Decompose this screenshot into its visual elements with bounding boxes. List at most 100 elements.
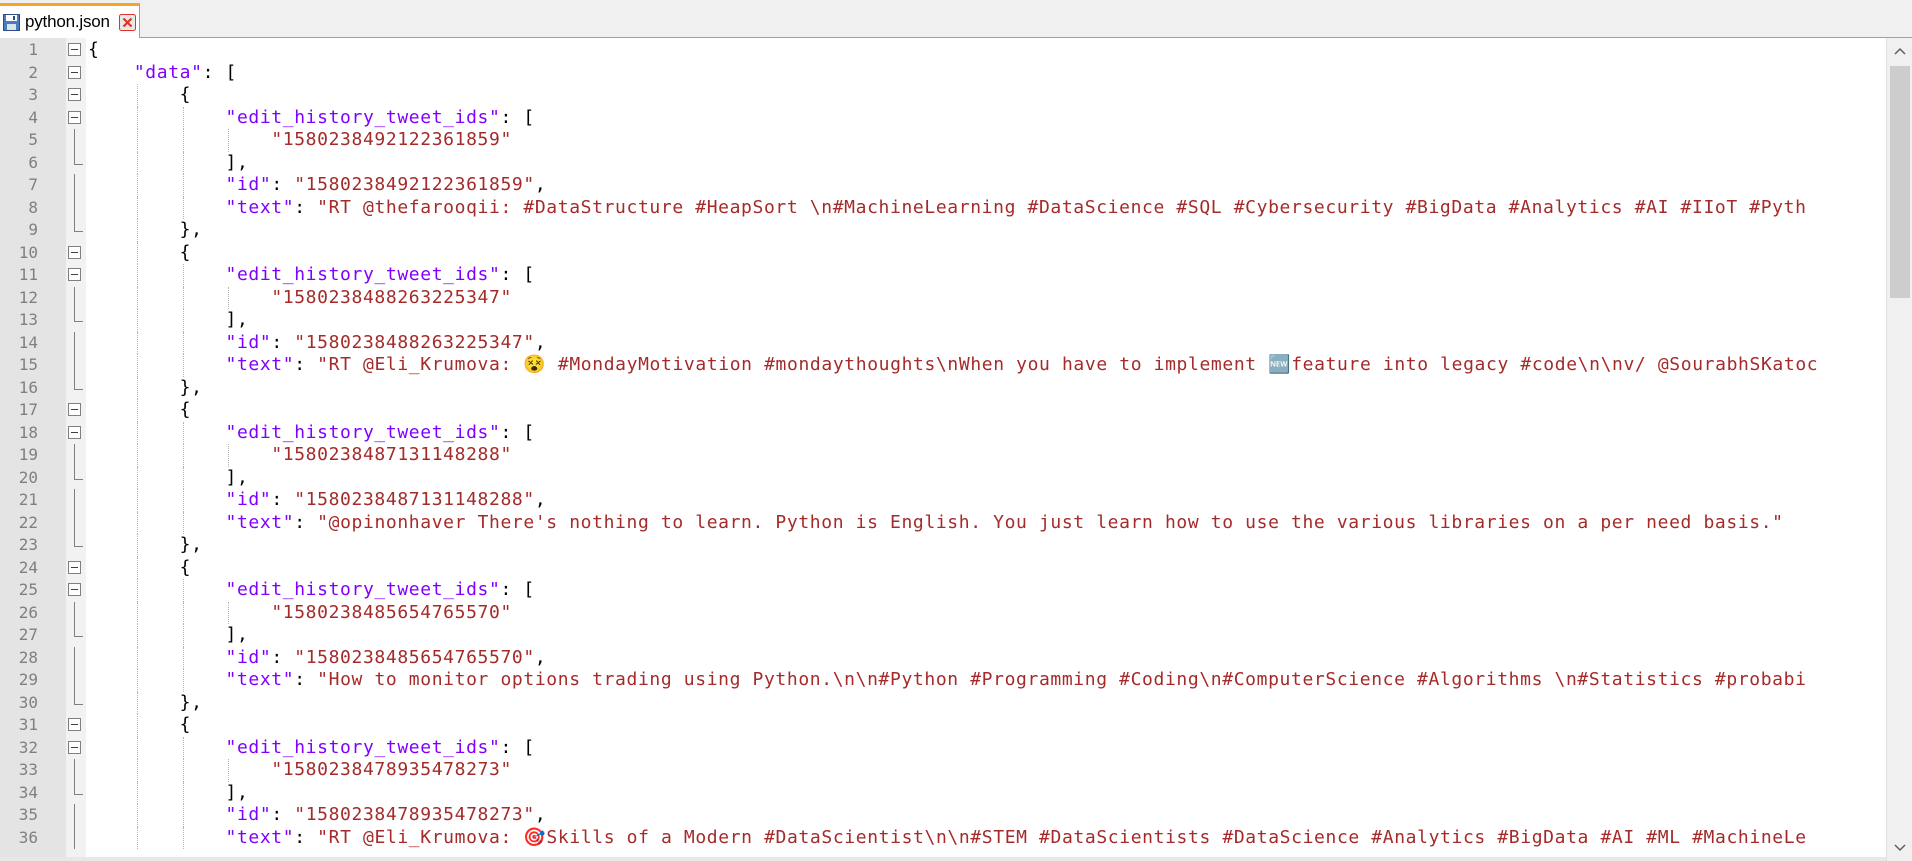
code-line[interactable]: 11 "edit_history_tweet_ids": [ — [0, 264, 1912, 287]
code-line[interactable]: 25 "edit_history_tweet_ids": [ — [0, 579, 1912, 602]
fold-toggle-icon[interactable] — [68, 740, 81, 754]
code-line[interactable]: 1{ — [0, 39, 1912, 62]
code-line[interactable]: 26 "1580238485654765570" — [0, 601, 1912, 624]
fold-toggle-icon[interactable] — [68, 425, 81, 439]
json-punctuation — [88, 129, 271, 150]
code-line[interactable]: 19 "1580238487131148288" — [0, 444, 1912, 467]
json-string: "1580238485654765570" — [271, 601, 512, 623]
code-text: "edit_history_tweet_ids": [ — [88, 264, 535, 287]
fold-toggle-icon[interactable] — [68, 88, 81, 101]
vertical-scrollbar[interactable] — [1886, 38, 1912, 861]
json-string: "1580238488263225347" — [294, 331, 535, 353]
code-line[interactable]: 28 "id": "1580238485654765570", — [0, 646, 1912, 669]
code-line[interactable]: 15 "text": "RT @Eli_Krumova: 😵 #MondayMo… — [0, 354, 1912, 377]
code-text: }, — [88, 692, 203, 715]
code-line[interactable]: 31 { — [0, 714, 1912, 737]
code-line[interactable]: 20 ], — [0, 466, 1912, 489]
json-punctuation: , — [534, 489, 547, 510]
code-text: { — [88, 84, 191, 107]
json-key: "data" — [133, 61, 203, 83]
json-punctuation — [88, 197, 225, 218]
code-line[interactable]: 36 "text": "RT @Eli_Krumova: 🎯Skills of … — [0, 826, 1912, 850]
fold-toggle-icon[interactable] — [68, 110, 81, 124]
code-line[interactable]: 16 }, — [0, 376, 1912, 399]
fold-toggle-icon[interactable] — [68, 718, 81, 731]
code-line[interactable]: 24 { — [0, 556, 1912, 579]
scroll-up-arrow-icon[interactable] — [1887, 38, 1912, 64]
code-text: "text": "RT @Eli_Krumova: 🎯Skills of a M… — [88, 827, 1807, 850]
json-punctuation: : — [294, 354, 318, 375]
line-number: 14 — [18, 332, 38, 352]
code-line[interactable]: 33 "1580238478935478273" — [0, 759, 1912, 782]
code-line[interactable]: 10 { — [0, 241, 1912, 264]
code-text: { — [88, 714, 191, 737]
json-punctuation: : [ — [500, 106, 535, 128]
code-line[interactable]: 21 "id": "1580238487131148288", — [0, 489, 1912, 512]
code-line[interactable]: 23 }, — [0, 534, 1912, 557]
code-line[interactable]: 9 }, — [0, 219, 1912, 242]
fold-toggle-icon[interactable] — [68, 245, 81, 259]
json-string: "1580238478935478273" — [294, 804, 535, 825]
code-line[interactable]: 35 "id": "1580238478935478273", — [0, 804, 1912, 827]
code-line[interactable]: 32 "edit_history_tweet_ids": [ — [0, 736, 1912, 759]
fold-toggle-icon[interactable] — [68, 560, 81, 574]
code-text: "id": "1580238492122361859", — [88, 174, 546, 197]
code-line[interactable]: 29 "text": "How to monitor options tradi… — [0, 669, 1912, 692]
fold-end-marker — [74, 691, 83, 705]
json-key: "edit_history_tweet_ids" — [225, 736, 501, 758]
json-punctuation: { — [88, 556, 192, 578]
line-number: 2 — [28, 62, 38, 82]
code-line[interactable]: 7 "id": "1580238492122361859", — [0, 174, 1912, 197]
close-icon[interactable] — [118, 13, 136, 31]
code-text: "id": "1580238487131148288", — [88, 489, 546, 512]
json-key: "text" — [225, 669, 295, 690]
code-line[interactable]: 30 }, — [0, 691, 1912, 715]
line-number: 32 — [18, 737, 38, 757]
json-punctuation — [88, 107, 225, 128]
scrollbar-thumb[interactable] — [1890, 66, 1910, 298]
code-line[interactable]: 12 "1580238488263225347" — [0, 286, 1912, 309]
code-line[interactable]: 3 { — [0, 84, 1912, 107]
code-line[interactable]: 6 ], — [0, 151, 1912, 174]
json-punctuation: , — [534, 646, 547, 668]
code-text: ], — [88, 624, 248, 647]
code-text: "1580238478935478273" — [88, 759, 512, 782]
fold-toggle-icon[interactable] — [68, 43, 81, 56]
tab-python-json[interactable]: python.json — [0, 3, 140, 38]
fold-end-marker — [74, 466, 83, 480]
line-number: 27 — [18, 625, 38, 644]
code-editor[interactable]: 1{2 "data": [3 {4 "edit_history_tweet_id… — [0, 38, 1912, 861]
fold-toggle-icon[interactable] — [68, 403, 81, 416]
line-number: 16 — [18, 377, 38, 397]
fold-toggle-icon[interactable] — [68, 583, 81, 596]
fold-toggle-icon[interactable] — [68, 65, 81, 79]
json-punctuation: { — [88, 399, 192, 420]
code-line[interactable]: 5 "1580238492122361859" — [0, 129, 1912, 152]
code-line[interactable]: 2 "data": [ — [0, 62, 1912, 85]
code-line[interactable]: 8 "text": "RT @thefarooqii: #DataStructu… — [0, 196, 1912, 220]
code-line[interactable]: 34 ], — [0, 781, 1912, 804]
code-line[interactable]: 13 ], — [0, 309, 1912, 332]
line-number: 25 — [18, 580, 38, 599]
code-line[interactable]: 27 ], — [0, 624, 1912, 647]
code-line[interactable]: 18 "edit_history_tweet_ids": [ — [0, 421, 1912, 444]
json-string: "1580238485654765570" — [294, 646, 535, 668]
fold-toggle-icon[interactable] — [68, 268, 81, 281]
line-number: 8 — [28, 197, 38, 217]
code-line[interactable]: 14 "id": "1580238488263225347", — [0, 331, 1912, 354]
json-key: "text" — [225, 196, 295, 218]
code-line[interactable]: 4 "edit_history_tweet_ids": [ — [0, 106, 1912, 129]
code-text: "text": "RT @thefarooqii: #DataStructure… — [88, 197, 1807, 220]
scroll-down-arrow-icon[interactable] — [1887, 835, 1912, 861]
code-line[interactable]: 22 "text": "@opinonhaver There's nothing… — [0, 511, 1912, 534]
fold-line — [74, 354, 75, 377]
save-disk-icon — [3, 13, 20, 31]
json-punctuation: , — [534, 331, 547, 353]
code-text: { — [88, 39, 99, 62]
json-punctuation — [88, 804, 225, 825]
json-string: "1580238492122361859" — [271, 129, 512, 150]
json-string: "RT @Eli_Krumova: 🎯Skills of a Modern #D… — [317, 826, 1807, 848]
json-punctuation: ], — [88, 466, 249, 488]
json-punctuation: : [ — [500, 736, 535, 758]
code-line[interactable]: 17 { — [0, 399, 1912, 422]
